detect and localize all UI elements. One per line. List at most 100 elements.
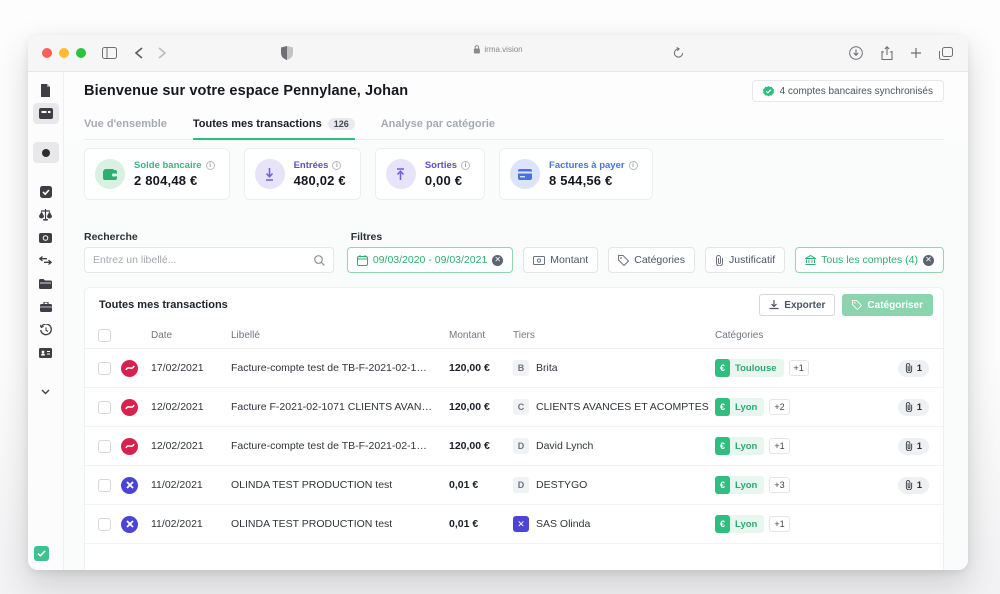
contacts-card-icon[interactable] [33,342,59,363]
window-controls [42,48,86,58]
info-icon[interactable]: i [332,161,341,170]
forward-button[interactable] [153,44,171,62]
more-categories-badge[interactable]: +2 [769,399,789,415]
tab-overview-icon[interactable] [937,44,955,62]
sidebar-toggle-icon[interactable] [100,44,118,62]
calendar-icon [357,255,368,266]
more-categories-badge[interactable]: +3 [769,477,789,493]
select-all-checkbox[interactable] [98,329,111,342]
address-bar[interactable]: irma.vision [473,45,522,54]
tasks-check-icon[interactable] [33,181,59,202]
bank-logo-icon [121,360,138,377]
row-checkbox[interactable] [98,362,111,375]
attachments-badge[interactable]: 1 [898,477,929,494]
category-tag[interactable]: €Lyon [715,437,764,455]
export-button[interactable]: Exporter [759,294,835,316]
attachments-badge[interactable]: 1 [898,438,929,455]
zoom-window-button[interactable] [76,48,86,58]
categories-filter-button[interactable]: Catégories [608,247,695,273]
row-checkbox[interactable] [98,440,111,453]
tiers-avatar: C [513,399,529,415]
table-row[interactable]: 11/02/2021 OLINDA TEST PRODUCTION test 0… [85,505,943,544]
cell-tiers: BBrita [513,360,715,376]
stat-value: 480,02 € [294,173,346,188]
bank-logo-icon [121,438,138,455]
share-icon[interactable] [878,44,896,62]
info-icon[interactable]: i [461,161,470,170]
tiers-avatar: D [513,477,529,493]
search-input[interactable] [93,254,314,266]
column-libelle: Libellé [231,330,449,341]
table-row[interactable]: 17/02/2021 Facture-compte test de TB-F-2… [85,349,943,388]
euro-tag-icon: € [715,515,730,533]
browser-toolbar: irma.vision [28,35,968,72]
info-icon[interactable]: i [206,161,215,170]
card-reader-icon[interactable] [33,103,59,124]
privacy-shield-icon[interactable] [278,44,296,62]
card-euro-icon[interactable] [33,227,59,248]
dot-indicator-icon[interactable] [33,142,59,163]
filters-section-label: Filtres [351,231,383,243]
accounts-filter[interactable]: Tous les comptes (4) ✕ [795,247,944,273]
bank-logo-icon [121,477,138,494]
table-row[interactable]: 12/02/2021 Facture-compte test de TB-F-2… [85,427,943,466]
stat-card-sorties[interactable]: Sortiesi 0,00 € [375,148,485,200]
stat-card-factures-a-payer[interactable]: Factures à payeri 8 544,56 € [499,148,653,200]
attachments-badge[interactable]: 1 [898,399,929,416]
sync-accounts-badge[interactable]: 4 comptes bancaires synchronisés [752,80,944,102]
balance-scale-icon[interactable] [33,204,59,225]
stat-label: Sorties [425,160,457,171]
stat-card-entrees[interactable]: Entréesi 480,02 € [244,148,361,200]
history-icon[interactable] [33,319,59,340]
justificatif-filter-button[interactable]: Justificatif [705,247,785,273]
tab-bar: Vue d'ensemble Toutes mes transactions 1… [84,110,944,140]
category-tag[interactable]: €Lyon [715,515,764,533]
cell-libelle: OLINDA TEST PRODUCTION test [231,518,449,530]
categorize-button[interactable]: Catégoriser [842,294,933,316]
transactions-table: Toutes mes transactions Exporter Catégor… [84,287,944,570]
check-circle-icon [763,86,774,97]
row-checkbox[interactable] [98,479,111,492]
tab-toutes-mes-transactions[interactable]: Toutes mes transactions 126 [193,110,355,140]
date-range-filter[interactable]: 09/03/2020 - 09/03/2021 ✕ [347,247,513,273]
paperclip-icon [715,255,724,266]
search-box[interactable] [84,247,334,273]
info-icon[interactable]: i [629,161,638,170]
montant-filter-button[interactable]: Montant [523,247,598,273]
column-tiers: Tiers [513,330,715,341]
documents-icon[interactable] [33,80,59,101]
table-row[interactable]: 11/02/2021 OLINDA TEST PRODUCTION test 0… [85,466,943,505]
new-tab-icon[interactable] [907,44,925,62]
row-checkbox[interactable] [98,518,111,531]
suppliers-case-icon[interactable] [33,296,59,317]
arrow-up-out-icon [386,159,416,189]
tab-analyse-par-categorie[interactable]: Analyse par catégorie [381,110,495,140]
category-tag[interactable]: €Lyon [715,398,764,416]
tag-icon [618,255,629,266]
clear-accounts-filter-icon[interactable]: ✕ [923,255,934,266]
clear-date-filter-icon[interactable]: ✕ [492,255,503,266]
cell-categories: €Lyon +2 [715,398,887,416]
attachments-badge[interactable]: 1 [898,360,929,377]
folder-icon[interactable] [33,273,59,294]
minimize-window-button[interactable] [59,48,69,58]
more-categories-badge[interactable]: +1 [769,516,789,532]
row-checkbox[interactable] [98,401,111,414]
more-categories-badge[interactable]: +1 [769,438,789,454]
euro-tag-icon: € [715,437,730,455]
reload-icon[interactable] [669,44,687,62]
close-window-button[interactable] [42,48,52,58]
category-tag[interactable]: €Lyon [715,476,764,494]
tab-vue-densemble[interactable]: Vue d'ensemble [84,110,167,140]
table-row[interactable]: 12/02/2021 Facture F-2021-02-1071 CLIENT… [85,388,943,427]
arrow-down-in-icon [255,159,285,189]
transfers-arrows-icon[interactable] [33,250,59,271]
downloads-icon[interactable] [847,44,865,62]
chat-widget-icon[interactable] [34,546,49,561]
back-button[interactable] [130,44,148,62]
chevron-down-icon[interactable] [33,381,59,402]
category-tag[interactable]: €Toulouse [715,359,784,377]
euro-tag-icon: € [715,476,730,494]
more-categories-badge[interactable]: +1 [789,360,809,376]
stat-card-solde-bancaire[interactable]: Solde bancairei 2 804,48 € [84,148,230,200]
